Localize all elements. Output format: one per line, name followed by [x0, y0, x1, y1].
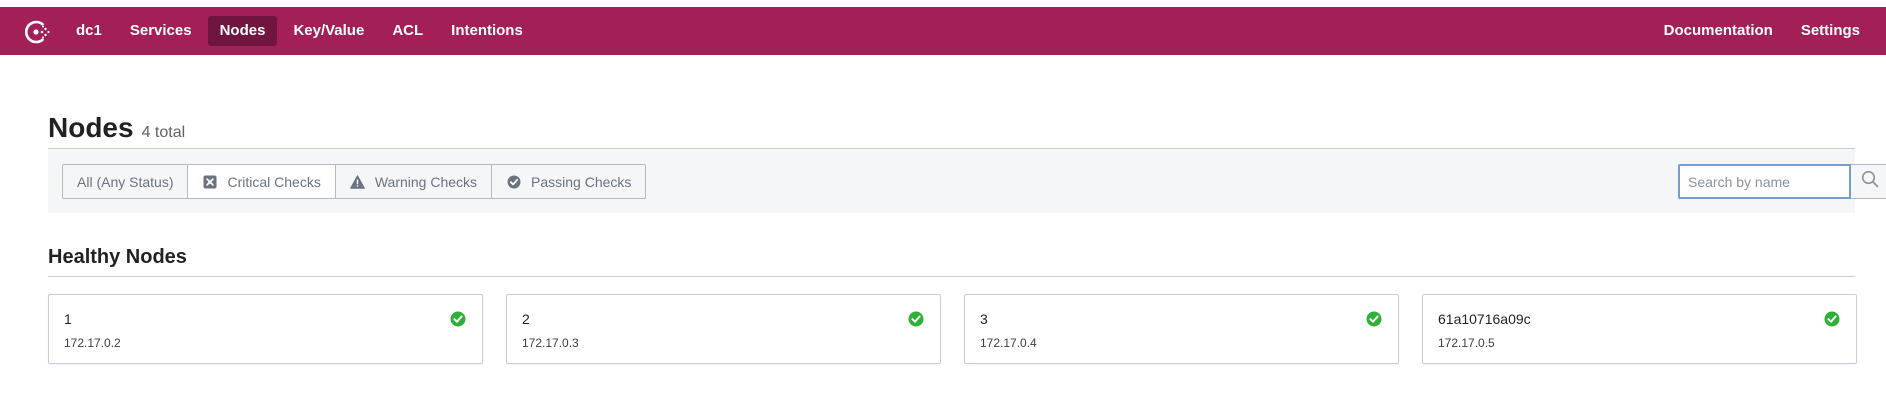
nav-key-value[interactable]: Key/Value: [281, 16, 376, 46]
critical-x-icon: [202, 174, 217, 189]
filter-label: Warning Checks: [374, 173, 478, 190]
filter-all-status[interactable]: All (Any Status): [62, 164, 189, 199]
node-name: 1: [64, 311, 72, 327]
node-card-list: 1 172.17.0.2 2 172.17.0.3 3 172.17.0.4 6…: [48, 294, 1857, 364]
search-icon: [1861, 170, 1879, 193]
node-card[interactable]: 1 172.17.0.2: [48, 294, 483, 364]
node-address: 172.17.0.2: [64, 336, 121, 350]
top-navbar: dc1 Services Nodes Key/Value ACL Intenti…: [0, 7, 1886, 55]
node-address: 172.17.0.3: [522, 336, 579, 350]
passing-check-icon: [506, 174, 521, 189]
node-count: 4 total: [141, 124, 186, 141]
consul-logo-icon[interactable]: [24, 19, 50, 45]
node-name: 61a10716a09c: [1438, 311, 1531, 327]
node-address: 172.17.0.5: [1438, 336, 1495, 350]
nav-services[interactable]: Services: [118, 16, 204, 46]
passing-check-icon: [908, 311, 924, 327]
filter-label: All (Any Status): [77, 173, 174, 190]
warning-triangle-icon: [349, 174, 365, 189]
nav-datacenter-dc1[interactable]: dc1: [64, 16, 114, 46]
node-card[interactable]: 61a10716a09c 172.17.0.5: [1422, 294, 1857, 364]
nav-nodes[interactable]: Nodes: [207, 16, 278, 46]
section-title-healthy-nodes: Healthy Nodes: [48, 246, 187, 268]
node-card[interactable]: 2 172.17.0.3: [506, 294, 941, 364]
nav-intentions[interactable]: Intentions: [439, 16, 535, 46]
filter-critical-checks[interactable]: Critical Checks: [187, 164, 336, 199]
page-header: Nodes 4 total: [48, 112, 185, 144]
filter-bar: All (Any Status) Critical Checks Warning…: [48, 149, 1886, 213]
node-card[interactable]: 3 172.17.0.4: [964, 294, 1399, 364]
status-filter-group: All (Any Status) Critical Checks Warning…: [62, 164, 647, 199]
top-strip: [0, 0, 1886, 7]
page-title: Nodes: [48, 112, 134, 143]
filter-label: Passing Checks: [531, 173, 632, 190]
section-divider: [48, 276, 1855, 277]
search-input[interactable]: [1678, 164, 1851, 199]
node-name: 2: [522, 311, 530, 327]
passing-check-icon: [450, 311, 466, 327]
node-name: 3: [980, 311, 988, 327]
filter-warning-checks[interactable]: Warning Checks: [334, 164, 493, 199]
nav-settings[interactable]: Settings: [1789, 16, 1872, 46]
nav-documentation[interactable]: Documentation: [1652, 16, 1785, 46]
filter-label: Critical Checks: [227, 173, 321, 190]
node-address: 172.17.0.4: [980, 336, 1037, 350]
search-button[interactable]: [1851, 164, 1886, 199]
nav-acl[interactable]: ACL: [380, 16, 435, 46]
filter-passing-checks[interactable]: Passing Checks: [491, 164, 647, 199]
passing-check-icon: [1824, 311, 1840, 327]
search-box: [1678, 164, 1886, 199]
passing-check-icon: [1366, 311, 1382, 327]
